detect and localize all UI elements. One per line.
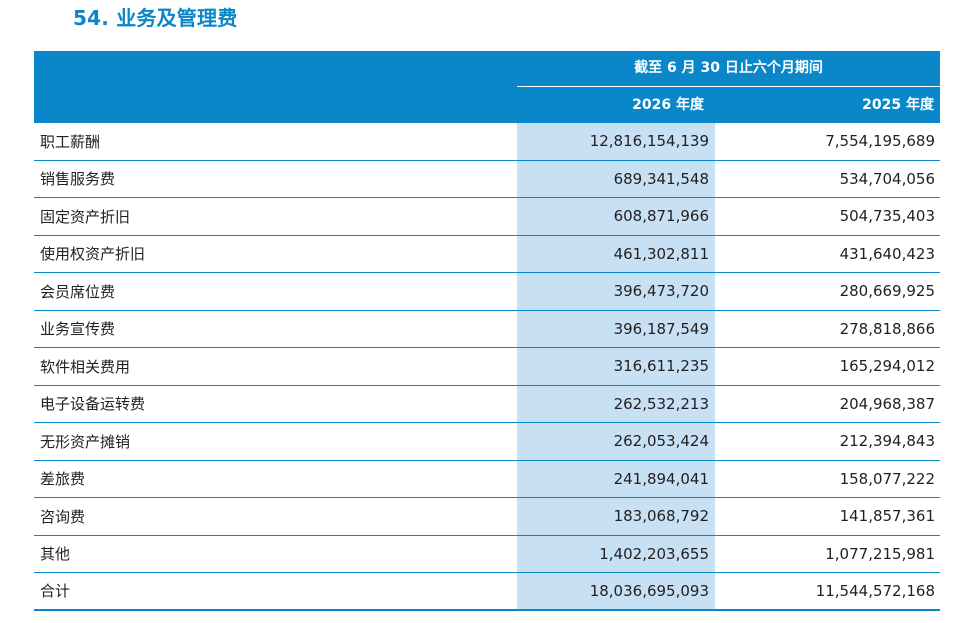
- table-row: 业务宣传费 396,187,549 278,818,866: [34, 310, 940, 348]
- value-2025: 141,857,361: [839, 507, 935, 526]
- value-2026: 183,068,792: [517, 498, 715, 535]
- value-2026: 262,532,213: [517, 385, 715, 422]
- value-2026: 461,302,811: [517, 235, 715, 272]
- column-header-2025: 2025 年度: [710, 87, 940, 123]
- table-row: 其他 1,402,203,655 1,077,215,981: [34, 535, 940, 573]
- column-header-2026-label: 2026 年度: [632, 97, 704, 113]
- row-label: 使用权资产折旧: [40, 245, 146, 264]
- row-label: 咨询费: [40, 507, 86, 526]
- value-2025: 158,077,222: [839, 469, 935, 488]
- table-row: 合计 18,036,695,093 11,544,572,168: [34, 573, 940, 611]
- table-row: 使用权资产折旧 461,302,811 431,640,423: [34, 235, 940, 273]
- row-label: 业务宣传费: [40, 320, 116, 339]
- row-label: 会员席位费: [40, 282, 116, 301]
- row-label: 差旅费: [40, 470, 86, 489]
- row-label: 固定资产折旧: [40, 207, 131, 226]
- value-2025: 11,544,572,168: [815, 581, 935, 600]
- table-row: 职工薪酬 12,816,154,139 7,554,195,689: [34, 123, 940, 161]
- value-2026: 262,053,424: [517, 423, 715, 460]
- period-header: 截至 6 月 30 日止六个月期间: [634, 60, 823, 76]
- value-2026: 608,871,966: [517, 198, 715, 235]
- row-label: 无形资产摊销: [40, 432, 131, 451]
- value-2025: 204,968,387: [839, 394, 935, 413]
- value-2025: 280,669,925: [839, 282, 935, 301]
- value-2026: 316,611,235: [517, 348, 715, 385]
- value-2025: 431,640,423: [839, 244, 935, 263]
- row-label: 电子设备运转费: [40, 395, 146, 414]
- table-row: 会员席位费 396,473,720 280,669,925: [34, 273, 940, 311]
- column-header-2026: 2026 年度: [517, 87, 710, 123]
- value-2025: 212,394,843: [839, 432, 935, 451]
- value-2026: 18,036,695,093: [517, 573, 715, 609]
- value-2025: 278,818,866: [839, 319, 935, 338]
- table-row: 固定资产折旧 608,871,966 504,735,403: [34, 198, 940, 236]
- value-2026: 241,894,041: [517, 460, 715, 497]
- table-header: 截至 6 月 30 日止六个月期间 2026 年度 2025 年度: [34, 51, 940, 123]
- table-row: 销售服务费 689,341,548 534,704,056: [34, 160, 940, 198]
- row-label: 销售服务费: [40, 170, 116, 189]
- value-2026: 396,187,549: [517, 310, 715, 347]
- value-2026: 12,816,154,139: [517, 123, 715, 160]
- value-2026: 396,473,720: [517, 273, 715, 310]
- value-2025: 534,704,056: [839, 169, 935, 188]
- section-title: 54. 业务及管理费: [73, 6, 238, 30]
- column-header-2025-label: 2025 年度: [862, 97, 934, 113]
- value-2026: 689,341,548: [517, 160, 715, 197]
- table-row: 咨询费 183,068,792 141,857,361: [34, 498, 940, 536]
- row-label: 职工薪酬: [40, 132, 101, 151]
- value-2025: 504,735,403: [839, 207, 935, 226]
- value-2025: 7,554,195,689: [825, 132, 935, 151]
- table-row: 电子设备运转费 262,532,213 204,968,387: [34, 385, 940, 423]
- row-label: 其他: [40, 545, 71, 564]
- table-row: 差旅费 241,894,041 158,077,222: [34, 460, 940, 498]
- row-label: 合计: [40, 582, 71, 601]
- value-2025: 165,294,012: [839, 357, 935, 376]
- table-row: 无形资产摊销 262,053,424 212,394,843: [34, 423, 940, 461]
- table-body: 职工薪酬 12,816,154,139 7,554,195,689 销售服务费 689,…: [34, 123, 940, 611]
- value-2025: 1,077,215,981: [825, 544, 935, 563]
- value-2026: 1,402,203,655: [517, 535, 715, 572]
- table-row: 软件相关费用 316,611,235 165,294,012: [34, 348, 940, 386]
- row-label: 软件相关费用: [40, 357, 131, 376]
- expense-table: 截至 6 月 30 日止六个月期间 2026 年度 2025 年度 职工薪酬 12…: [34, 51, 940, 611]
